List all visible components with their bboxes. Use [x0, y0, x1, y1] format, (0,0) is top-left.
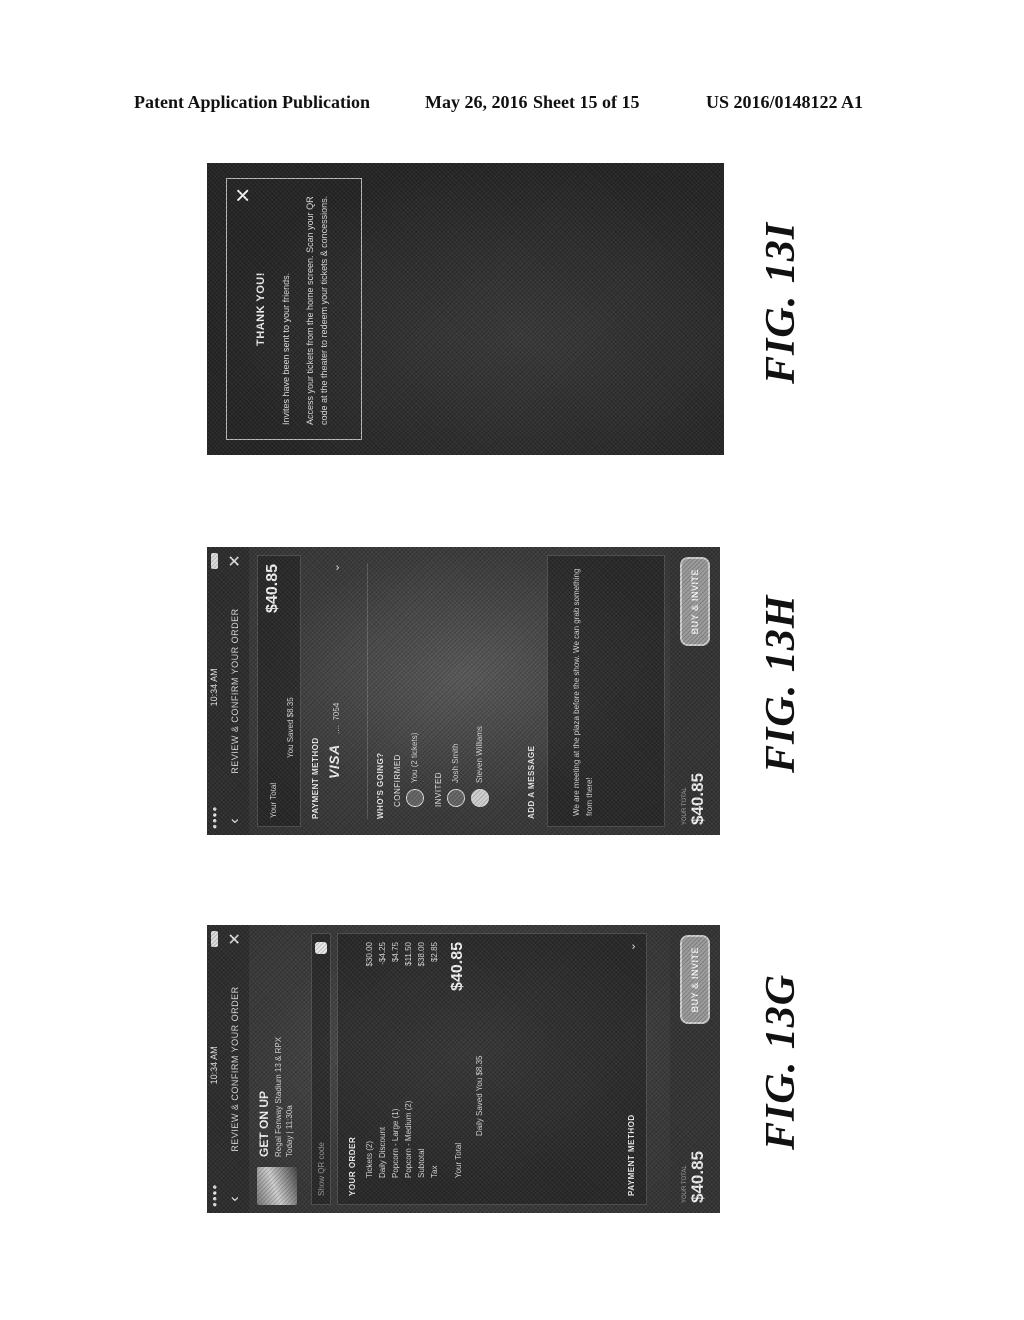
- screen-title: REVIEW & CONFIRM YOUR ORDER: [230, 608, 240, 774]
- publication-title: Patent Application Publication: [134, 92, 371, 112]
- chevron-down-icon[interactable]: ⌄: [625, 942, 638, 951]
- sheet-number: Sheet 15 of 15: [533, 92, 640, 112]
- movie-poster-thumbnail: [257, 1167, 297, 1205]
- whos-going-section: WHO'S GOING? CONFIRMED You (2 tickets) I…: [367, 563, 489, 819]
- visa-logo: VISA: [326, 744, 342, 779]
- order-item-label: Tax: [430, 1165, 439, 1178]
- modal-invites-text: Invites have been sent to your friends.: [281, 272, 291, 425]
- payment-card-selector[interactable]: VISA .... 7054 ⌄: [326, 563, 344, 819]
- qr-code-row[interactable]: Show QR code: [311, 933, 331, 1205]
- review-confirm-screen-invite: ●●●● 10:34 AM ‹ REVIEW & CONFIRM YOUR OR…: [207, 547, 720, 835]
- message-text: We are meeting at the plaza before the s…: [572, 568, 594, 816]
- order-item-row: Subtotal $38.00: [417, 942, 426, 1196]
- buy-invite-button[interactable]: BUY & INVITE: [680, 935, 710, 1025]
- title-bar: ‹ REVIEW & CONFIRM YOUR ORDER ✕: [221, 547, 249, 835]
- order-item-row: Popcorn - Large (1) $4.75: [391, 942, 400, 1196]
- movie-theater: Regal Fenway Stadium 13 & RPX: [274, 1036, 283, 1157]
- movie-title: GET ON UP: [257, 1090, 271, 1157]
- your-total-value: $40.85: [264, 564, 281, 613]
- order-item-row: Tax $2.85: [430, 942, 439, 1196]
- order-item-label: Popcorn - Large (1): [391, 1108, 400, 1178]
- order-items-list: Tickets (2) $30.00 Daily Discount -$4.25 Pop…: [365, 942, 439, 1196]
- your-total-label: Your Total: [453, 1142, 463, 1178]
- order-item-value: $11.50: [404, 942, 413, 966]
- confirmed-person: You (2 tickets): [406, 563, 424, 807]
- total-card: Your Total $40.85 You Saved $8.35: [257, 555, 301, 827]
- status-time: 10:34 AM: [209, 1046, 219, 1085]
- bottom-price: $40.85: [688, 1151, 707, 1203]
- thank-you-modal: ✕ THANK YOU! Invites have been sent to y…: [226, 178, 362, 440]
- payment-method-section: PAYMENT METHOD VISA .... 7054 ⌄: [311, 563, 344, 819]
- invited-label: INVITED: [434, 771, 443, 807]
- confirmed-label: CONFIRMED: [393, 754, 402, 807]
- signal-icon: ●●●●: [209, 805, 219, 829]
- order-item-label: Daily Discount: [378, 1126, 387, 1178]
- order-item-value: $30.00: [365, 942, 374, 967]
- status-bar: ●●●● 10:34 AM: [207, 547, 221, 835]
- movie-time: Today | 11:30a: [285, 1105, 294, 1157]
- payment-method-row[interactable]: PAYMENT METHOD ⌄: [625, 942, 638, 1196]
- your-total-value: $40.85: [449, 942, 466, 991]
- fig-13h-screen: ●●●● 10:34 AM ‹ REVIEW & CONFIRM YOUR OR…: [207, 547, 720, 835]
- signal-icon: ●●●●: [209, 1183, 219, 1207]
- invited-person: Josh Smith: [447, 563, 465, 807]
- bottom-bar: YOUR TOTAL $40.85 BUY & INVITE: [670, 547, 720, 835]
- avatar: [471, 789, 489, 807]
- order-item-label: Tickets (2): [365, 1140, 374, 1178]
- close-icon[interactable]: ✕: [225, 931, 245, 947]
- order-item-value: $2.85: [430, 942, 439, 963]
- figure-label-13h: FIG. 13H: [758, 594, 804, 773]
- fig-13g-screen: ●●●● 10:34 AM ‹ REVIEW & CONFIRM YOUR OR…: [207, 925, 720, 1213]
- order-item-row: Daily Discount -$4.25: [378, 942, 387, 1196]
- order-item-value: $38.00: [417, 942, 426, 967]
- whos-going-label: WHO'S GOING?: [376, 752, 385, 819]
- close-icon[interactable]: ✕: [225, 553, 245, 569]
- qr-code-icon[interactable]: [315, 942, 327, 954]
- title-bar: ‹ REVIEW & CONFIRM YOUR ORDER ✕: [221, 925, 249, 1213]
- screen-title: REVIEW & CONFIRM YOUR ORDER: [230, 986, 240, 1152]
- thank-you-screen: ✕ THANK YOU! Invites have been sent to y…: [207, 163, 724, 455]
- modal-title: THANK YOU!: [255, 272, 267, 346]
- battery-icon: [210, 931, 218, 948]
- status-time: 10:34 AM: [209, 668, 219, 707]
- order-item-row: Tickets (2) $30.00: [365, 942, 374, 1196]
- order-item-row: Popcorn - Medium (2) $11.50: [404, 942, 413, 1196]
- saved-text: Daily Saved You $8.35: [475, 1055, 484, 1136]
- review-confirm-screen-order: ●●●● 10:34 AM ‹ REVIEW & CONFIRM YOUR OR…: [207, 925, 720, 1213]
- order-item-label: Subtotal: [417, 1148, 426, 1178]
- figure-label-13g: FIG. 13G: [758, 973, 804, 1150]
- bottom-bar: YOUR TOTAL $40.85 BUY & INVITE: [670, 925, 720, 1213]
- status-bar: ●●●● 10:34 AM: [207, 925, 221, 1213]
- modal-instructions-text: Access your tickets from the home screen…: [305, 195, 329, 425]
- order-item-label: Popcorn - Medium (2): [404, 1100, 413, 1178]
- avatar: [406, 789, 424, 807]
- order-item-value: -$4.25: [378, 942, 387, 965]
- fig-13i-screen: ✕ THANK YOU! Invites have been sent to y…: [207, 163, 724, 455]
- avatar: [447, 789, 465, 807]
- publication-number: US 2016/0148122 A1: [706, 92, 864, 112]
- figure-label-13i: FIG. 13I: [758, 221, 804, 384]
- close-icon[interactable]: ✕: [231, 187, 256, 204]
- movie-header: GET ON UP Regal Fenway Stadium 13 & RPX …: [257, 933, 297, 1205]
- payment-method-label: PAYMENT METHOD: [627, 1114, 636, 1196]
- bottom-price: $40.85: [688, 773, 707, 825]
- card-last4: 7054: [332, 702, 341, 721]
- back-chevron-icon[interactable]: ‹: [226, 1191, 244, 1207]
- publication-date: May 26, 2016: [425, 92, 528, 112]
- you-saved-text: You Saved $8.35: [286, 697, 295, 758]
- your-total-label: Your Total: [268, 782, 278, 818]
- invited-person: Steven Williams: [471, 563, 489, 807]
- buy-invite-button[interactable]: BUY & INVITE: [680, 557, 710, 647]
- your-order-label: YOUR ORDER: [348, 1136, 357, 1196]
- order-summary-panel: YOUR ORDER Tickets (2) $30.00 Daily Discou…: [337, 933, 647, 1205]
- payment-method-label: PAYMENT METHOD: [311, 737, 320, 819]
- add-message-section: ADD A MESSAGE: [527, 563, 536, 819]
- add-message-label: ADD A MESSAGE: [527, 745, 536, 819]
- order-item-value: $4.75: [391, 942, 400, 963]
- battery-icon: [210, 553, 218, 570]
- message-input[interactable]: We are meeting at the plaza before the s…: [547, 555, 665, 827]
- chevron-down-icon[interactable]: ⌄: [329, 563, 342, 572]
- qr-label: Show QR code: [316, 1142, 326, 1196]
- back-chevron-icon[interactable]: ‹: [226, 813, 244, 829]
